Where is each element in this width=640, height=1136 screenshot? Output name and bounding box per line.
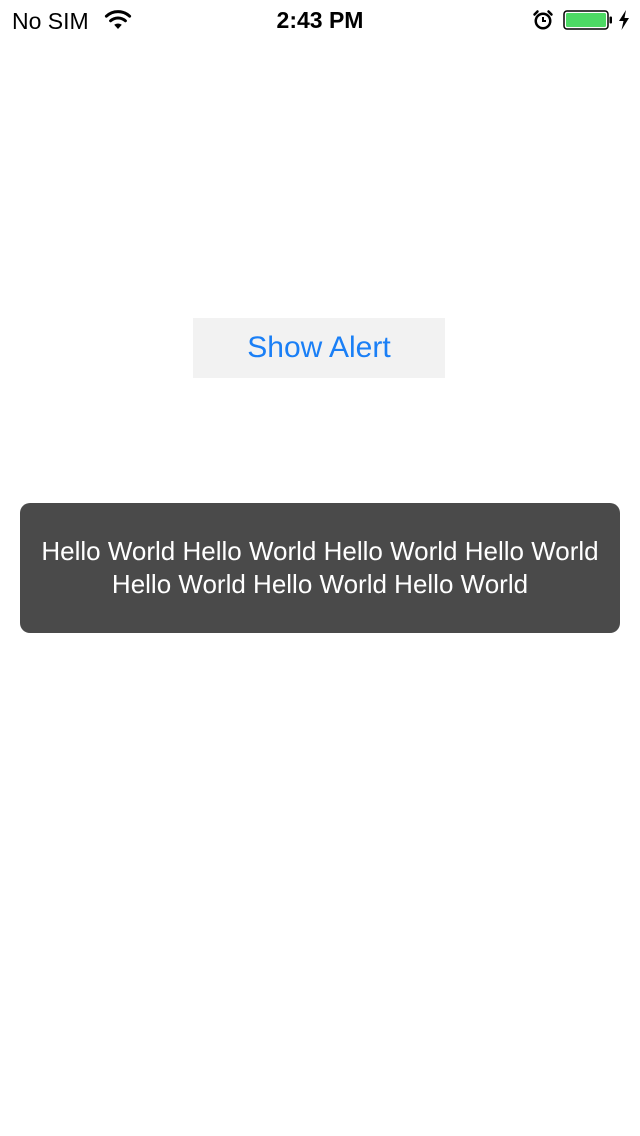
toast-message: Hello World Hello World Hello World Hell… <box>41 536 599 599</box>
charging-bolt-icon <box>619 10 629 30</box>
toast-alert: Hello World Hello World Hello World Hell… <box>20 503 620 633</box>
alarm-icon <box>533 10 553 30</box>
battery-icon <box>563 10 612 30</box>
status-bar: No SIM 2:43 PM <box>0 0 640 40</box>
show-alert-button[interactable]: Show Alert <box>193 318 445 378</box>
